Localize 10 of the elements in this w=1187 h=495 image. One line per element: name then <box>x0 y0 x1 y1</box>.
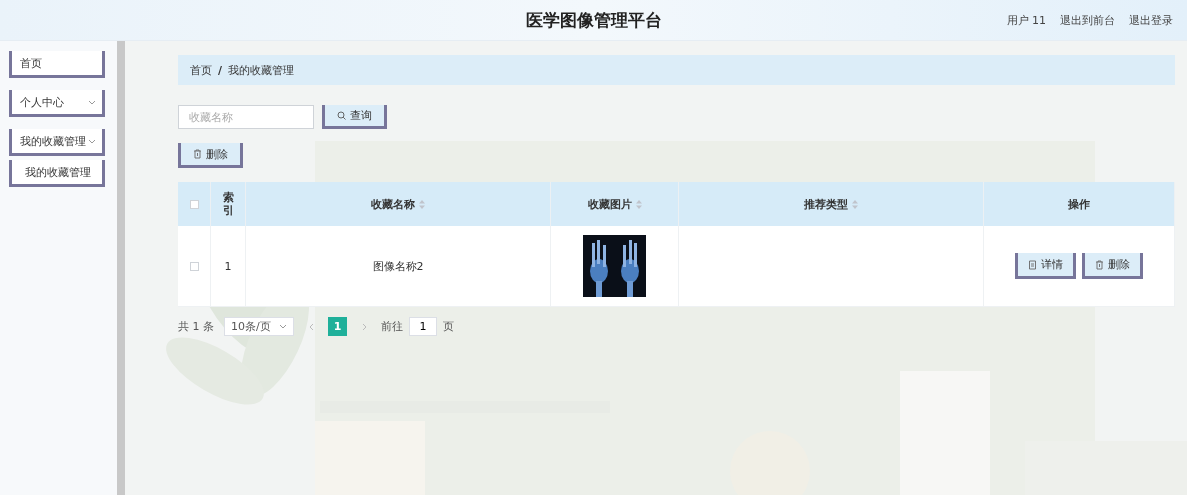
menu-item[interactable]: 首页 <box>9 51 105 78</box>
submenu-item[interactable]: 我的收藏管理 <box>9 160 105 187</box>
header-link[interactable]: 用户 11 <box>1006 12 1046 28</box>
app-title: 医学图像管理平台 <box>525 8 662 32</box>
menu-item[interactable]: 我的收藏管理 <box>9 129 105 156</box>
chevron-icon <box>88 138 96 144</box>
menu-item[interactable]: 个人中心 <box>9 90 105 117</box>
header-link[interactable]: 退出登录 <box>1129 12 1173 28</box>
header-link[interactable]: 退出到前台 <box>1060 12 1115 28</box>
chevron-icon <box>88 99 96 105</box>
